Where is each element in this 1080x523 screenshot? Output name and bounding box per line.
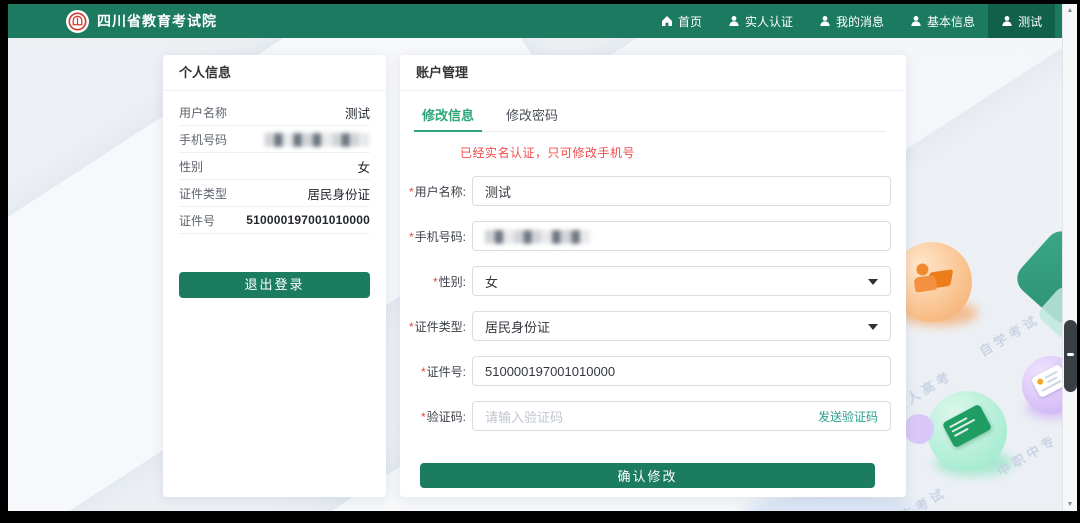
mint-ball-shadow — [935, 450, 1013, 476]
redacted-phone-value: ▒▓░▒▓▒░▓▒▓░ — [485, 229, 591, 243]
scroll-down-icon[interactable]: ▼ — [1063, 501, 1077, 508]
top-navbar: 四川省教育考试院 首页 实人认证 我的消息 — [8, 4, 1077, 38]
user-icon — [728, 15, 740, 27]
personal-info-rows: 用户名称 测试 手机号码 ▒▓░▓▒▓░▒▓▒░ 性别 女 证件类型 居民身份证… — [179, 99, 370, 234]
book-icon — [942, 404, 992, 448]
required-mark: * — [421, 365, 426, 379]
form-row-captcha: *验证码: 请输入验证码 发送验证码 — [400, 401, 891, 431]
form-row-username: *用户名称: 测试 — [400, 176, 891, 206]
tab-change-password[interactable]: 修改密码 — [504, 101, 560, 131]
nav-item-home[interactable]: 首页 — [648, 4, 715, 38]
small-purple-ball — [904, 414, 934, 444]
id-number-input[interactable]: 510000197001010000 — [472, 356, 891, 386]
home-icon — [661, 15, 673, 27]
required-mark: * — [421, 410, 426, 424]
required-mark: * — [409, 230, 414, 244]
info-row-username: 用户名称 测试 — [179, 99, 370, 126]
scroll-up-icon[interactable]: ▲ — [1063, 7, 1077, 14]
info-row-id-number: 证件号 510000197001010000 — [179, 207, 370, 234]
main-nav: 首页 实人认证 我的消息 基本信息 — [648, 4, 1055, 38]
personal-info-card: 个人信息 用户名称 测试 手机号码 ▒▓░▓▒▓░▒▓▒░ 性别 女 证件类型 … — [163, 55, 386, 497]
site-title: 四川省教育考试院 — [97, 11, 217, 31]
bg-label-vocational: 中职中专 — [993, 429, 1061, 480]
chevron-down-icon — [868, 324, 878, 330]
book-ball — [927, 391, 1007, 471]
orange-ball-shadow — [900, 300, 978, 326]
username-input[interactable]: 测试 — [472, 176, 891, 206]
browser-viewport: 自学考试 成人高考 中职中专 招生考试 四川省教育考试院 首页 — [8, 4, 1077, 511]
tab-edit-info[interactable]: 修改信息 — [420, 101, 476, 131]
required-mark: * — [409, 185, 414, 199]
form-row-id-number: *证件号: 510000197001010000 — [400, 356, 891, 386]
redacted-phone: ▒▓░▓▒▓░▒▓▒░ — [264, 132, 370, 146]
user-icon — [819, 15, 831, 27]
form-row-gender: *性别: 女 — [400, 266, 891, 296]
nav-item-real-name-auth[interactable]: 实人认证 — [715, 4, 806, 38]
scrollbar-thumb[interactable] — [1064, 320, 1077, 392]
site-logo-icon — [66, 10, 89, 33]
teacher-icon — [912, 259, 957, 300]
edit-info-form: *用户名称: 测试 *手机号码: ▒▓░▒▓▒░▓▒▓░ *性别: 女 — [400, 176, 906, 488]
brand: 四川省教育考试院 — [66, 10, 217, 33]
form-row-phone: *手机号码: ▒▓░▒▓▒░▓▒▓░ — [400, 221, 891, 251]
user-icon — [910, 15, 922, 27]
info-row-phone: 手机号码 ▒▓░▓▒▓░▒▓▒░ — [179, 126, 370, 153]
captcha-placeholder: 请输入验证码 — [485, 407, 563, 426]
phone-input[interactable]: ▒▓░▒▓▒░▓▒▓░ — [472, 221, 891, 251]
account-management-title: 账户管理 — [400, 55, 906, 91]
real-name-notice: 已经实名认证，只可修改手机号 — [460, 144, 906, 161]
nav-item-current-user[interactable]: 测试 — [988, 4, 1055, 38]
captcha-input[interactable]: 请输入验证码 发送验证码 — [472, 401, 891, 431]
id-type-select[interactable]: 居民身份证 — [472, 311, 891, 341]
required-mark: * — [409, 320, 414, 334]
info-row-gender: 性别 女 — [179, 153, 370, 180]
account-tabs: 修改信息 修改密码 — [420, 101, 886, 132]
required-mark: * — [433, 275, 438, 289]
user-icon — [1001, 15, 1013, 27]
logout-button[interactable]: 退出登录 — [179, 272, 370, 298]
nav-item-basic-info[interactable]: 基本信息 — [897, 4, 988, 38]
gender-select[interactable]: 女 — [472, 266, 891, 296]
vertical-scrollbar[interactable]: ▲ ▼ — [1062, 4, 1077, 511]
account-management-card: 账户管理 修改信息 修改密码 已经实名认证，只可修改手机号 *用户名称: 测试 … — [400, 55, 906, 497]
chevron-down-icon — [868, 279, 878, 285]
confirm-submit-button[interactable]: 确认修改 — [420, 463, 875, 488]
info-row-id-type: 证件类型 居民身份证 — [179, 180, 370, 207]
form-row-id-type: *证件类型: 居民身份证 — [400, 311, 891, 341]
personal-info-title: 个人信息 — [163, 55, 386, 91]
send-code-link[interactable]: 发送验证码 — [818, 408, 878, 425]
nav-item-my-messages[interactable]: 我的消息 — [806, 4, 897, 38]
bg-label-self-study: 自学考试 — [975, 309, 1043, 360]
